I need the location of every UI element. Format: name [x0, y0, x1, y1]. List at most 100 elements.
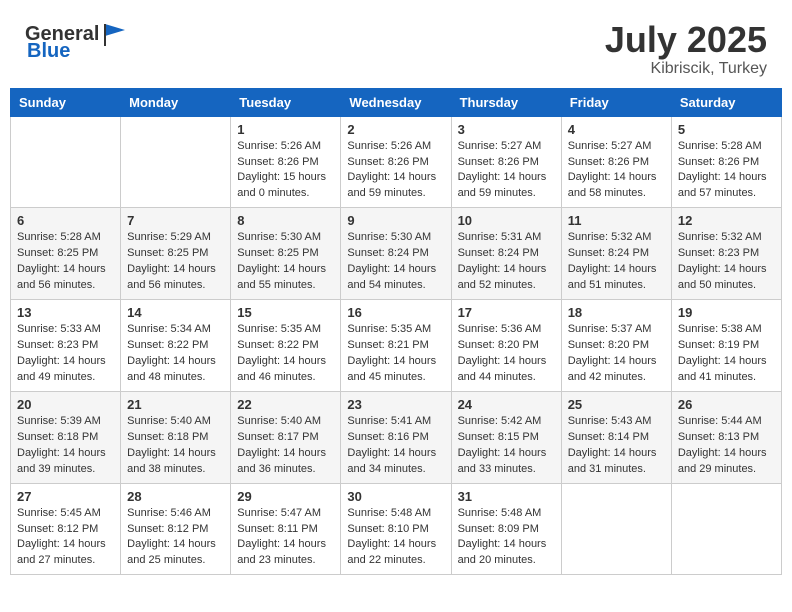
sunset-text: Sunset: 8:25 PM: [17, 246, 114, 262]
daylight-minutes: and 46 minutes.: [237, 370, 334, 386]
calendar-day-cell: [121, 116, 231, 208]
day-number: 15: [237, 305, 334, 320]
sunrise-text: Sunrise: 5:32 AM: [678, 230, 775, 246]
sunset-text: Sunset: 8:11 PM: [237, 522, 334, 538]
daylight-minutes: and 59 minutes.: [347, 186, 444, 202]
sunset-text: Sunset: 8:26 PM: [458, 155, 555, 171]
sunrise-text: Sunrise: 5:44 AM: [678, 414, 775, 430]
sunset-text: Sunset: 8:20 PM: [458, 338, 555, 354]
sunrise-text: Sunrise: 5:35 AM: [237, 322, 334, 338]
logo-flag-icon: [101, 20, 129, 48]
daylight-minutes: and 52 minutes.: [458, 278, 555, 294]
sunrise-text: Sunrise: 5:46 AM: [127, 506, 224, 522]
sunrise-text: Sunrise: 5:40 AM: [127, 414, 224, 430]
sunrise-text: Sunrise: 5:42 AM: [458, 414, 555, 430]
daylight-hours: Daylight: 14 hours: [678, 170, 775, 186]
daylight-hours: Daylight: 14 hours: [127, 354, 224, 370]
day-info: Sunrise: 5:48 AMSunset: 8:09 PMDaylight:…: [458, 506, 555, 570]
daylight-minutes: and 20 minutes.: [458, 553, 555, 569]
daylight-minutes: and 50 minutes.: [678, 278, 775, 294]
day-number: 25: [568, 397, 665, 412]
day-info: Sunrise: 5:31 AMSunset: 8:24 PMDaylight:…: [458, 230, 555, 294]
sunrise-text: Sunrise: 5:45 AM: [17, 506, 114, 522]
daylight-hours: Daylight: 14 hours: [127, 446, 224, 462]
calendar-day-cell: 24Sunrise: 5:42 AMSunset: 8:15 PMDayligh…: [451, 391, 561, 483]
daylight-minutes: and 49 minutes.: [17, 370, 114, 386]
sunset-text: Sunset: 8:17 PM: [237, 430, 334, 446]
sunrise-text: Sunrise: 5:29 AM: [127, 230, 224, 246]
calendar-day-cell: 23Sunrise: 5:41 AMSunset: 8:16 PMDayligh…: [341, 391, 451, 483]
daylight-hours: Daylight: 14 hours: [568, 262, 665, 278]
daylight-minutes: and 57 minutes.: [678, 186, 775, 202]
sunrise-text: Sunrise: 5:35 AM: [347, 322, 444, 338]
daylight-minutes: and 58 minutes.: [568, 186, 665, 202]
daylight-minutes: and 38 minutes.: [127, 462, 224, 478]
day-info: Sunrise: 5:37 AMSunset: 8:20 PMDaylight:…: [568, 322, 665, 386]
daylight-hours: Daylight: 14 hours: [237, 537, 334, 553]
day-info: Sunrise: 5:47 AMSunset: 8:11 PMDaylight:…: [237, 506, 334, 570]
calendar-day-cell: 29Sunrise: 5:47 AMSunset: 8:11 PMDayligh…: [231, 483, 341, 575]
day-number: 7: [127, 213, 224, 228]
sunset-text: Sunset: 8:24 PM: [347, 246, 444, 262]
calendar-week-row: 6Sunrise: 5:28 AMSunset: 8:25 PMDaylight…: [11, 208, 782, 300]
calendar-day-cell: 8Sunrise: 5:30 AMSunset: 8:25 PMDaylight…: [231, 208, 341, 300]
daylight-minutes: and 22 minutes.: [347, 553, 444, 569]
daylight-minutes: and 55 minutes.: [237, 278, 334, 294]
calendar-day-cell: 14Sunrise: 5:34 AMSunset: 8:22 PMDayligh…: [121, 300, 231, 392]
daylight-minutes: and 36 minutes.: [237, 462, 334, 478]
sunrise-text: Sunrise: 5:33 AM: [17, 322, 114, 338]
day-number: 11: [568, 213, 665, 228]
daylight-minutes: and 45 minutes.: [347, 370, 444, 386]
daylight-hours: Daylight: 14 hours: [347, 537, 444, 553]
day-number: 6: [17, 213, 114, 228]
sunrise-text: Sunrise: 5:37 AM: [568, 322, 665, 338]
day-number: 31: [458, 489, 555, 504]
calendar-day-cell: 2Sunrise: 5:26 AMSunset: 8:26 PMDaylight…: [341, 116, 451, 208]
daylight-minutes: and 41 minutes.: [678, 370, 775, 386]
day-info: Sunrise: 5:30 AMSunset: 8:24 PMDaylight:…: [347, 230, 444, 294]
daylight-hours: Daylight: 14 hours: [347, 446, 444, 462]
calendar-week-row: 1Sunrise: 5:26 AMSunset: 8:26 PMDaylight…: [11, 116, 782, 208]
calendar-day-cell: 13Sunrise: 5:33 AMSunset: 8:23 PMDayligh…: [11, 300, 121, 392]
daylight-hours: Daylight: 15 hours: [237, 170, 334, 186]
daylight-minutes: and 48 minutes.: [127, 370, 224, 386]
sunset-text: Sunset: 8:14 PM: [568, 430, 665, 446]
sunset-text: Sunset: 8:24 PM: [568, 246, 665, 262]
month-title: July 2025: [605, 20, 767, 60]
day-number: 3: [458, 122, 555, 137]
calendar-day-cell: [11, 116, 121, 208]
day-info: Sunrise: 5:27 AMSunset: 8:26 PMDaylight:…: [458, 139, 555, 203]
day-number: 14: [127, 305, 224, 320]
day-info: Sunrise: 5:39 AMSunset: 8:18 PMDaylight:…: [17, 414, 114, 478]
sunset-text: Sunset: 8:12 PM: [127, 522, 224, 538]
sunrise-text: Sunrise: 5:39 AM: [17, 414, 114, 430]
daylight-minutes: and 31 minutes.: [568, 462, 665, 478]
sunset-text: Sunset: 8:18 PM: [17, 430, 114, 446]
daylight-minutes: and 44 minutes.: [458, 370, 555, 386]
daylight-hours: Daylight: 14 hours: [568, 170, 665, 186]
day-info: Sunrise: 5:46 AMSunset: 8:12 PMDaylight:…: [127, 506, 224, 570]
sunset-text: Sunset: 8:25 PM: [237, 246, 334, 262]
calendar-body: 1Sunrise: 5:26 AMSunset: 8:26 PMDaylight…: [11, 116, 782, 575]
calendar-day-cell: [671, 483, 781, 575]
day-info: Sunrise: 5:36 AMSunset: 8:20 PMDaylight:…: [458, 322, 555, 386]
daylight-hours: Daylight: 14 hours: [127, 262, 224, 278]
daylight-minutes: and 56 minutes.: [17, 278, 114, 294]
weekday-header-friday: Friday: [561, 88, 671, 116]
calendar-day-cell: 21Sunrise: 5:40 AMSunset: 8:18 PMDayligh…: [121, 391, 231, 483]
sunset-text: Sunset: 8:16 PM: [347, 430, 444, 446]
weekday-header-thursday: Thursday: [451, 88, 561, 116]
sunrise-text: Sunrise: 5:34 AM: [127, 322, 224, 338]
daylight-hours: Daylight: 14 hours: [678, 354, 775, 370]
sunset-text: Sunset: 8:09 PM: [458, 522, 555, 538]
sunrise-text: Sunrise: 5:32 AM: [568, 230, 665, 246]
weekday-header-sunday: Sunday: [11, 88, 121, 116]
calendar-day-cell: [561, 483, 671, 575]
daylight-minutes: and 27 minutes.: [17, 553, 114, 569]
weekday-header-row: SundayMondayTuesdayWednesdayThursdayFrid…: [11, 88, 782, 116]
title-area: July 2025 Kibriscik, Turkey: [605, 20, 767, 78]
day-number: 18: [568, 305, 665, 320]
day-info: Sunrise: 5:43 AMSunset: 8:14 PMDaylight:…: [568, 414, 665, 478]
day-number: 24: [458, 397, 555, 412]
day-info: Sunrise: 5:35 AMSunset: 8:21 PMDaylight:…: [347, 322, 444, 386]
